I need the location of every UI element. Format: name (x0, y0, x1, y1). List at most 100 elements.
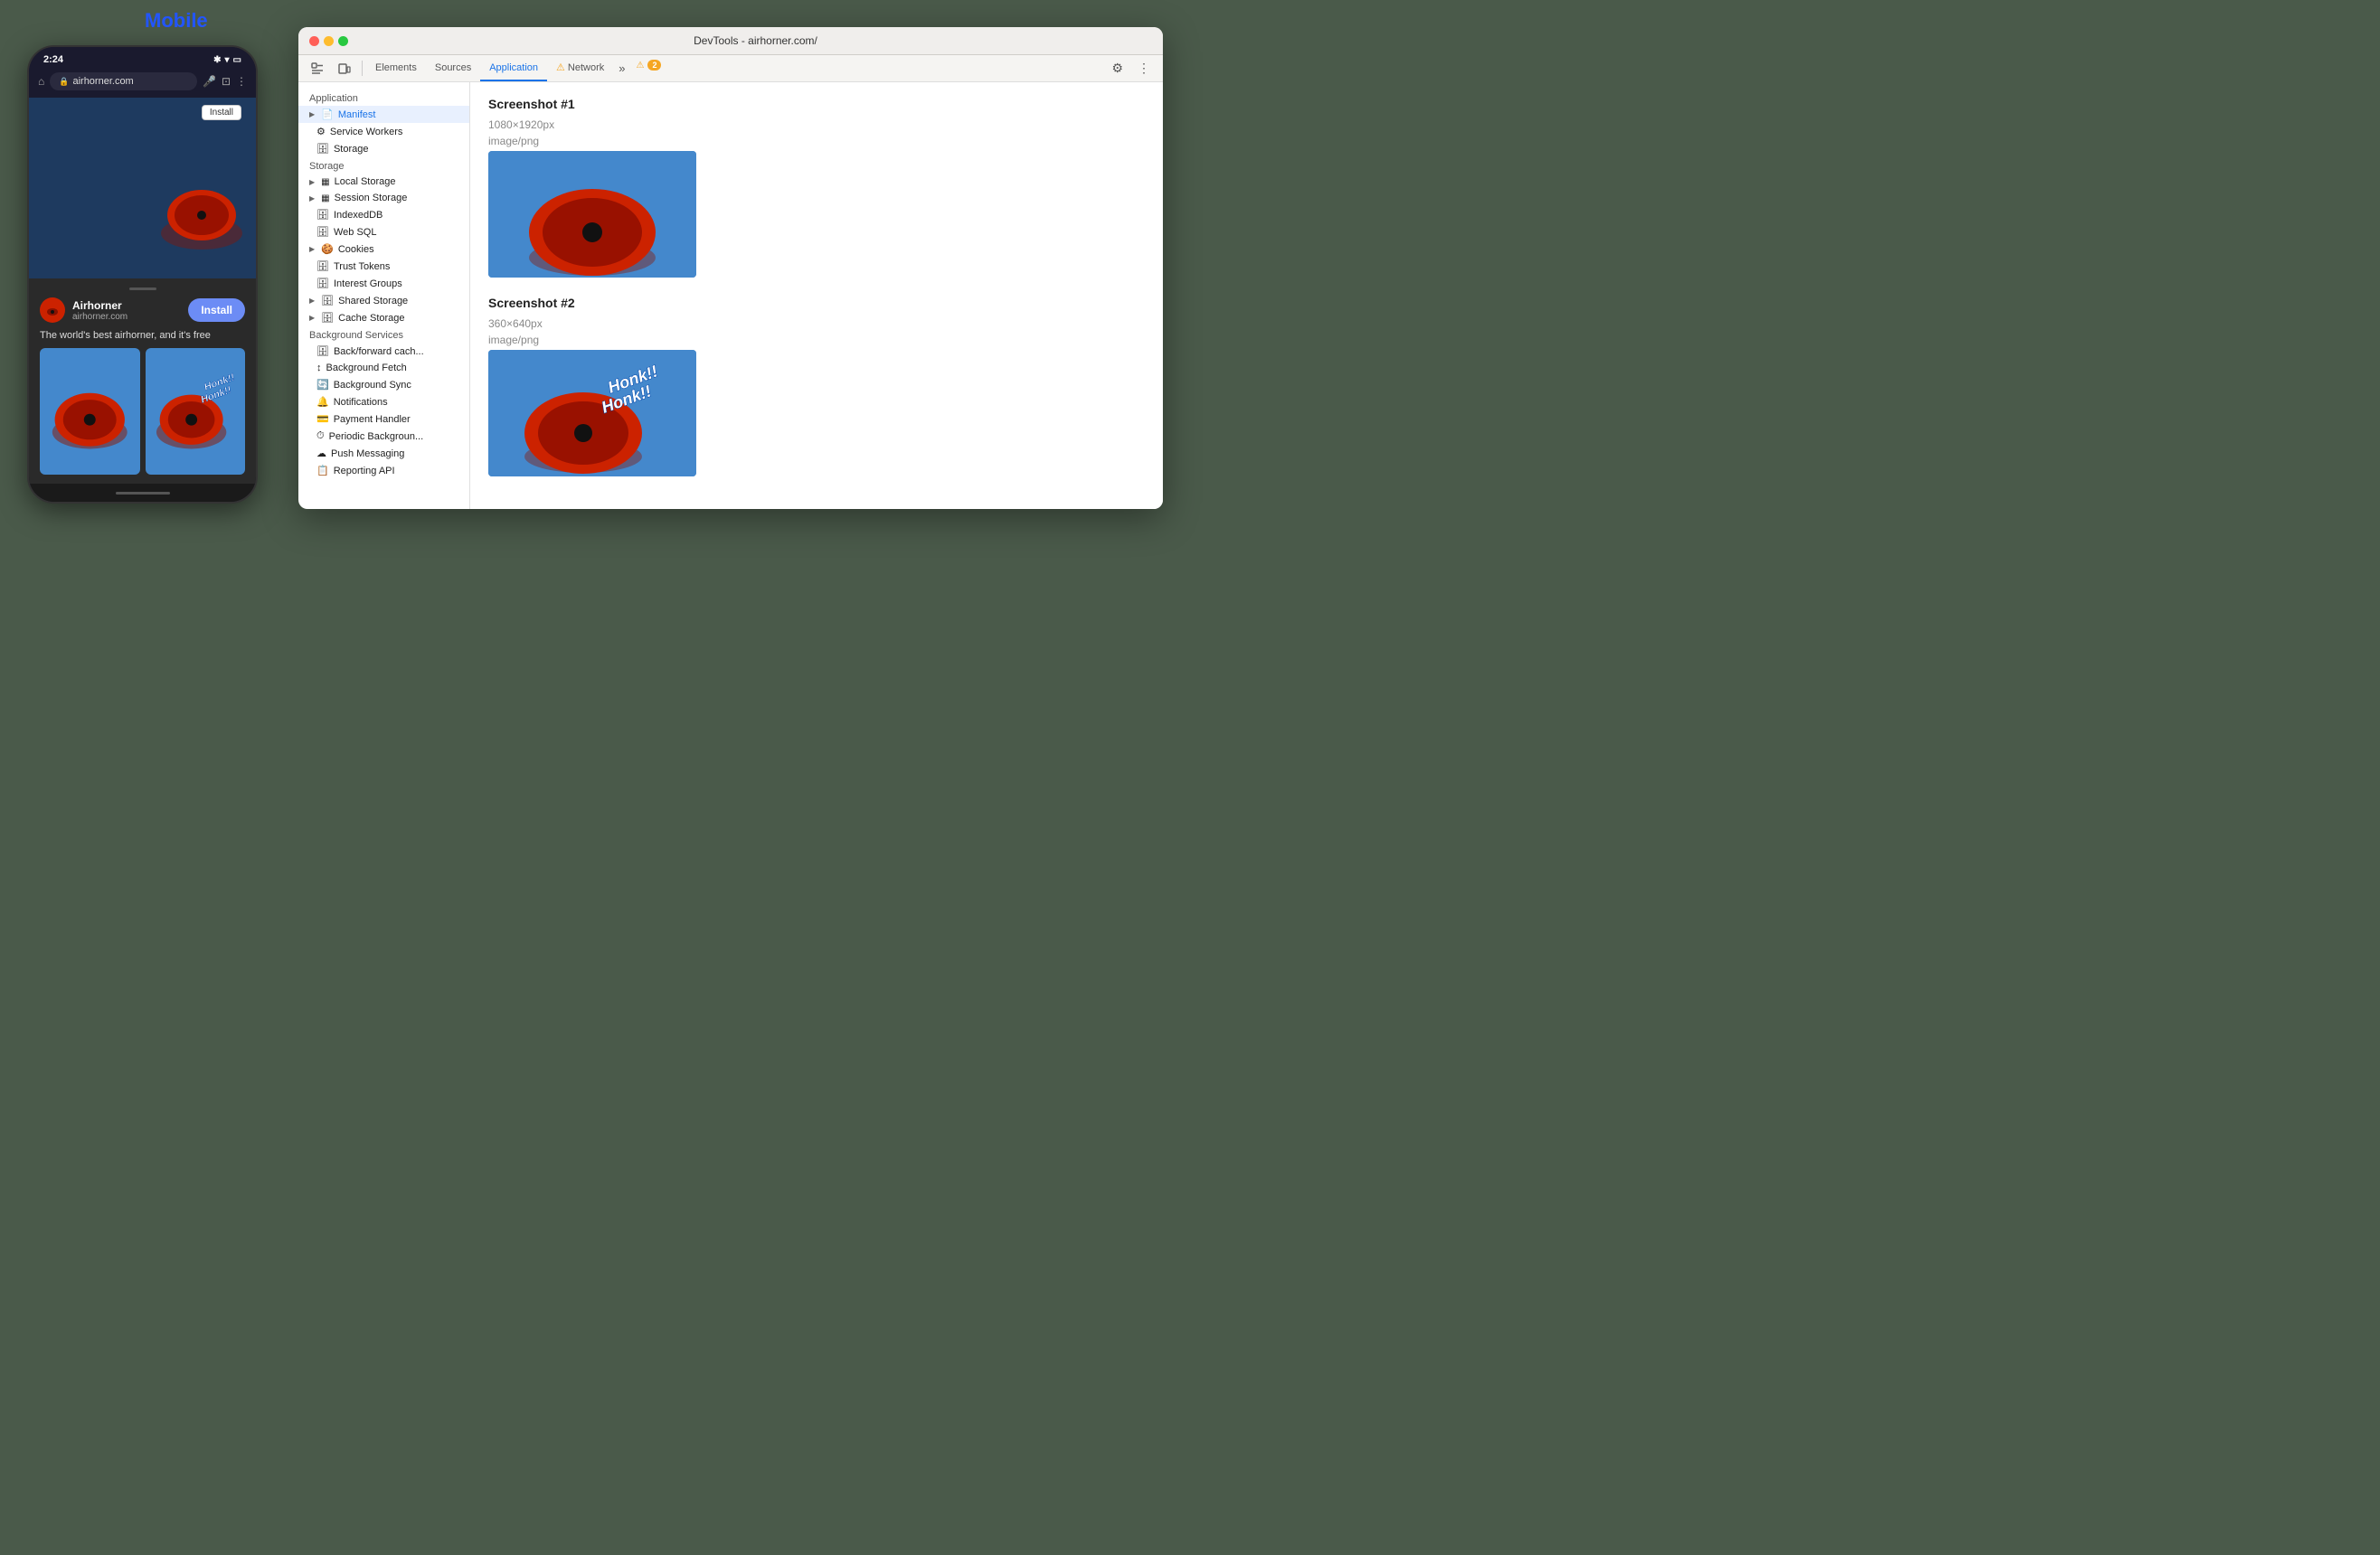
home-icon: ⌂ (38, 75, 44, 88)
background-fetch-label: Background Fetch (326, 363, 407, 373)
screenshot-2-image[interactable]: Honk!! Honk!! (488, 350, 696, 476)
phone-address-bar: ⌂ 🔒 airhorner.com 🎤 ⊡ ⋮ (29, 69, 256, 98)
cache-storage-icon: 🗄 (321, 312, 334, 324)
sidebar-section-background-services: Background Services (298, 326, 469, 343)
app-icon-graphic (43, 303, 61, 317)
device-icon[interactable] (331, 55, 358, 81)
screenshot1-graphic (40, 348, 140, 475)
sidebar-item-shared-storage[interactable]: ▶ 🗄 Shared Storage (298, 292, 469, 309)
session-storage-label: Session Storage (335, 193, 408, 203)
background-sync-icon: 🔄 (316, 379, 329, 391)
settings-button[interactable]: ⚙ (1104, 55, 1130, 81)
sidebar-item-local-storage[interactable]: ▶ ▦ Local Storage (298, 174, 469, 190)
sidebar-item-indexeddb[interactable]: 🗄 IndexedDB (298, 206, 469, 223)
screenshot1-svg (488, 151, 696, 278)
sidebar-item-websql[interactable]: 🗄 Web SQL (298, 223, 469, 240)
phone-nav-pill (116, 492, 170, 495)
phone-frame: 2:24 ✱ ▾ ▭ ⌂ 🔒 airhorner.com 🎤 ⊡ ⋮ Insta… (27, 45, 258, 504)
payment-handler-icon: 💳 (316, 413, 329, 425)
mobile-phone: 2:24 ✱ ▾ ▭ ⌂ 🔒 airhorner.com 🎤 ⊡ ⋮ Insta… (27, 45, 262, 504)
interest-groups-icon: 🗄 (316, 278, 329, 289)
payment-handler-label: Payment Handler (334, 414, 411, 425)
app-description: The world's best airhorner, and it's fre… (40, 330, 245, 341)
sheet-drag-handle (129, 287, 156, 290)
websql-icon: 🗄 (316, 226, 329, 238)
wifi-icon: ▾ (225, 55, 230, 65)
sidebar-item-periodic-background[interactable]: ⏱ Periodic Backgroun... (298, 428, 469, 445)
devtools-main-panel: Screenshot #1 1080×1920px image/png (470, 82, 1163, 509)
screenshot-1-title: Screenshot #1 (488, 97, 1145, 111)
phone-url-text: airhorner.com (72, 76, 133, 87)
sidebar-item-payment-handler[interactable]: 💳 Payment Handler (298, 410, 469, 428)
sidebar-item-notifications[interactable]: 🔔 Notifications (298, 393, 469, 410)
reporting-api-icon: 📋 (316, 465, 329, 476)
phone-nav-bar (29, 484, 256, 502)
app-url: airhorner.com (72, 312, 181, 322)
interest-groups-label: Interest Groups (334, 278, 402, 289)
sidebar-item-interest-groups[interactable]: 🗄 Interest Groups (298, 275, 469, 292)
phone-airhorn-graphic (156, 116, 247, 260)
phone-main-content: Install (29, 98, 256, 278)
phone-url-bar[interactable]: 🔒 airhorner.com (50, 72, 197, 90)
more-tabs-button[interactable]: » (613, 55, 630, 81)
install-top-button[interactable]: Install (202, 105, 241, 120)
devtools-window: DevTools - airhorner.com/ Elements Sourc… (298, 27, 1163, 509)
close-button[interactable] (309, 36, 319, 46)
sidebar-item-manifest[interactable]: ▶ 📄 Manifest (298, 106, 469, 123)
websql-label: Web SQL (334, 227, 377, 238)
session-storage-icon: ▦ (321, 193, 329, 203)
sidebar-item-reporting-api[interactable]: 📋 Reporting API (298, 462, 469, 479)
chevron-icon: ▶ (309, 110, 315, 118)
storage-icon: 🗄 (316, 143, 329, 155)
sidebar-section-application: Application (298, 90, 469, 106)
devtools-titlebar: DevTools - airhorner.com/ (298, 27, 1163, 55)
sidebar-item-trust-tokens[interactable]: 🗄 Trust Tokens (298, 258, 469, 275)
sidebar-item-storage[interactable]: 🗄 Storage (298, 140, 469, 157)
sidebar-item-backforward-cache[interactable]: 🗄 Back/forward cach... (298, 343, 469, 360)
install-button[interactable]: Install (188, 298, 245, 322)
chevron-icon: ▶ (309, 178, 315, 186)
chevron-icon: ▶ (309, 245, 315, 253)
screenshot-1-size: 1080×1920px (488, 118, 1145, 131)
phone-screenshot-1 (40, 348, 140, 475)
maximize-button[interactable] (338, 36, 348, 46)
screenshot2-graphic: Honk!! Honk!! (146, 348, 246, 475)
local-storage-label: Local Storage (335, 176, 396, 187)
more-options-button[interactable]: ⋮ (1130, 55, 1157, 81)
sidebar-item-background-sync[interactable]: 🔄 Background Sync (298, 376, 469, 393)
sidebar-item-push-messaging[interactable]: ☁ Push Messaging (298, 445, 469, 462)
minimize-button[interactable] (324, 36, 334, 46)
sidebar-item-background-fetch[interactable]: ↕ Background Fetch (298, 360, 469, 376)
manifest-label: Manifest (338, 109, 376, 120)
background-sync-label: Background Sync (334, 380, 411, 391)
warning-icon: ⚠ (637, 61, 645, 71)
notifications-icon: 🔔 (316, 396, 329, 408)
reporting-api-label: Reporting API (334, 466, 395, 476)
tab-application[interactable]: Application (480, 55, 547, 81)
tab-icon: ⊡ (222, 75, 231, 88)
cookies-icon: 🍪 (321, 243, 334, 255)
phone-screenshot-2: Honk!! Honk!! (146, 348, 246, 475)
storage-label: Storage (334, 144, 369, 155)
shared-storage-icon: 🗄 (321, 295, 334, 306)
chevron-icon: ▶ (309, 194, 315, 203)
devtools-title: DevTools - airhorner.com/ (359, 34, 1152, 47)
tab-sources[interactable]: Sources (426, 55, 480, 81)
phone-time: 2:24 (43, 54, 63, 65)
sidebar-item-service-workers[interactable]: ⚙ Service Workers (298, 123, 469, 140)
service-workers-icon: ⚙ (316, 126, 326, 137)
sidebar-item-session-storage[interactable]: ▶ ▦ Session Storage (298, 190, 469, 206)
screenshot-1-image[interactable] (488, 151, 696, 278)
tab-separator (362, 61, 363, 76)
inspect-icon[interactable] (304, 55, 331, 81)
mobile-label: Mobile (145, 9, 208, 33)
tab-network[interactable]: ⚠ Network (547, 55, 613, 81)
tab-elements[interactable]: Elements (366, 55, 426, 81)
screenshot-1-section: Screenshot #1 1080×1920px image/png (488, 97, 1145, 278)
devtools-tabs: Elements Sources Application ⚠ Network »… (298, 55, 1163, 82)
sidebar-item-cache-storage[interactable]: ▶ 🗄 Cache Storage (298, 309, 469, 326)
app-name: Airhorner (72, 299, 181, 312)
cookies-label: Cookies (338, 244, 374, 255)
trust-tokens-icon: 🗄 (316, 260, 329, 272)
sidebar-item-cookies[interactable]: ▶ 🍪 Cookies (298, 240, 469, 258)
